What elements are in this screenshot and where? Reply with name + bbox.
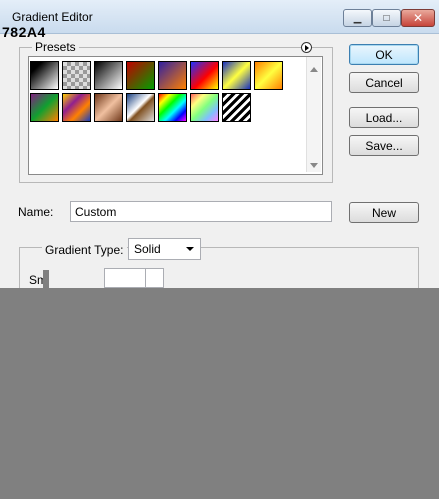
load-button[interactable]: Load...	[349, 107, 419, 128]
preset-swatch-transparent-rainbow[interactable]	[190, 93, 219, 122]
save-button[interactable]: Save...	[349, 135, 419, 156]
preset-swatch-spectrum[interactable]	[158, 93, 187, 122]
presets-menu-icon[interactable]	[301, 42, 312, 53]
window-title: Gradient Editor	[12, 10, 93, 24]
preset-swatch-black-white[interactable]	[30, 61, 59, 90]
preset-swatch-orange-yellow-orange[interactable]	[254, 61, 283, 90]
scroll-up-icon[interactable]	[310, 67, 318, 72]
preset-swatch-transparent-stripes[interactable]	[222, 93, 251, 122]
close-button[interactable]: ✕	[401, 9, 435, 27]
presets-label: Presets	[32, 40, 79, 54]
ok-button[interactable]: OK	[349, 44, 419, 65]
preset-swatch-red-green[interactable]	[126, 61, 155, 90]
cancel-button[interactable]: Cancel	[349, 72, 419, 93]
preset-swatch-violet-orange[interactable]	[158, 61, 187, 90]
preset-swatch-transparent-checker[interactable]	[62, 61, 91, 90]
preset-swatch-blue-red-yellow[interactable]	[190, 61, 219, 90]
smoothness-field[interactable]	[104, 268, 164, 288]
preset-swatch-copper[interactable]	[94, 93, 123, 122]
close-icon: ✕	[412, 11, 424, 25]
scroll-down-icon[interactable]	[310, 163, 318, 168]
maximize-icon: □	[383, 12, 390, 24]
gradient-type-label: Gradient Type:	[42, 243, 127, 257]
presets-list[interactable]	[28, 56, 323, 175]
overlay-text: 782A4	[2, 24, 46, 40]
gradient-type-value: Solid	[134, 242, 161, 256]
preset-swatch-yellow-violet-orange-blue[interactable]	[62, 93, 91, 122]
presets-scrollbar[interactable]	[306, 57, 321, 172]
maximize-button[interactable]: □	[372, 9, 401, 27]
gradient-type-select[interactable]: Solid	[128, 238, 201, 260]
gray-cover	[0, 288, 439, 499]
name-label: Name:	[18, 205, 54, 219]
chevron-down-icon	[186, 247, 194, 251]
gray-cover-notch	[43, 270, 49, 288]
preset-swatch-chrome[interactable]	[126, 93, 155, 122]
minimize-icon: ▁	[353, 12, 362, 24]
new-button[interactable]: New	[349, 202, 419, 223]
preset-swatch-violet-green-orange[interactable]	[30, 93, 59, 122]
preset-swatch-blue-yellow-blue[interactable]	[222, 61, 251, 90]
smoothness-divider	[145, 269, 146, 287]
name-field[interactable]: Custom	[70, 201, 332, 222]
preset-swatch-black-to-white[interactable]	[94, 61, 123, 90]
minimize-button[interactable]: ▁	[343, 9, 372, 27]
